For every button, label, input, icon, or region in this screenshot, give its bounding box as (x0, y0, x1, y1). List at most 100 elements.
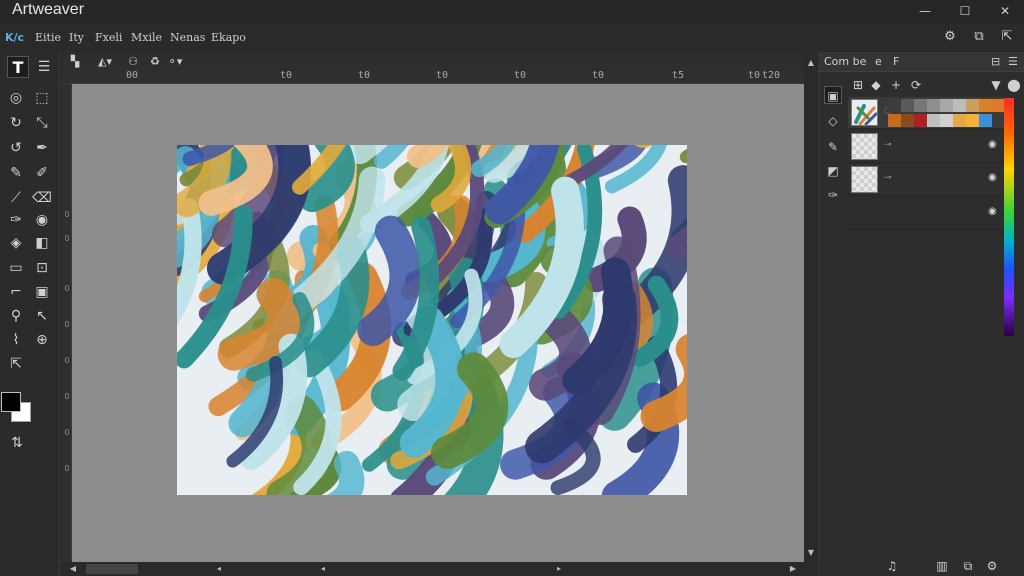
fill-bucket-icon[interactable]: ◈ (5, 232, 27, 254)
color-swatch[interactable] (953, 114, 966, 127)
lasso-icon[interactable]: ◎ (5, 87, 27, 109)
color-swatch[interactable] (979, 99, 992, 112)
color-swatch[interactable] (914, 99, 927, 112)
gradient-icon[interactable]: ◧ (31, 232, 53, 254)
text-tool[interactable]: T (7, 56, 29, 78)
color-swatch[interactable] (940, 99, 953, 112)
menu-item-2[interactable]: Ity (69, 31, 84, 44)
panel-layout-icon[interactable]: ⊟ (991, 55, 1000, 68)
navigator-icon[interactable]: ▣ (824, 86, 842, 104)
blend-icon[interactable]: ⚇ (124, 54, 142, 70)
foreground-color-swatch[interactable] (1, 392, 21, 412)
vertical-scrollbar[interactable]: ▲ ▼ (804, 52, 818, 562)
layer-link-icon[interactable]: ⊸ (884, 140, 892, 150)
add-layer-icon[interactable]: + (888, 77, 904, 93)
layer-link-icon[interactable]: ⊸ (884, 173, 892, 183)
fill-mode-icon[interactable]: ◭▾ (94, 54, 116, 70)
scroll-right-icon[interactable]: ▶ (786, 562, 800, 576)
panel-menu-icon[interactable]: ☰ (1008, 55, 1018, 68)
layer-row[interactable]: ⊸ ◉ (848, 131, 1004, 163)
color-swatch[interactable] (914, 114, 927, 127)
dropdown-icon[interactable]: ▼ (988, 77, 1004, 93)
minimize-button[interactable]: — (916, 3, 934, 19)
eraser-icon[interactable]: ⌫ (31, 187, 53, 209)
stamp-icon[interactable]: ▣ (31, 281, 53, 303)
pen-icon[interactable]: ✒ (31, 137, 53, 159)
color-swatch[interactable] (953, 99, 966, 112)
shape-panel-icon[interactable]: ◩ (824, 162, 842, 180)
duplicate-icon[interactable]: ⧉ (960, 558, 976, 574)
rotate-icon[interactable]: ↻ (5, 112, 27, 134)
color-swatch[interactable] (901, 114, 914, 127)
tab-composite[interactable]: Com be (824, 55, 866, 68)
marker-icon[interactable]: ✐ (31, 162, 53, 184)
transform-icon[interactable]: ⤡ (31, 112, 53, 134)
hue-color-slider[interactable] (1004, 98, 1014, 336)
tool-preset-icon[interactable]: ▚ (66, 54, 84, 70)
layer-row[interactable]: ◌ (848, 97, 1005, 129)
color-swatch[interactable] (966, 114, 979, 127)
color-swatch[interactable] (979, 114, 992, 127)
scroll-left-icon[interactable]: ◀ (66, 562, 80, 576)
color-swatch[interactable] (966, 99, 979, 112)
clone-icon[interactable]: ⌐ (5, 281, 27, 303)
music-note-icon[interactable]: ♫ (884, 558, 900, 574)
swap-colors-icon[interactable]: ⇅ (6, 432, 28, 454)
layer-row[interactable]: ◉ (848, 198, 1004, 230)
eraser-panel-icon[interactable]: ◇ (824, 112, 842, 130)
eyedropper-icon[interactable]: ⌇ (5, 329, 27, 351)
rectangle-select-icon[interactable]: ▭ (5, 257, 27, 279)
menu-item-4[interactable]: Mxile (131, 31, 162, 44)
visibility-eye-icon[interactable]: ◉ (988, 172, 997, 183)
maximize-button[interactable]: ☐ (956, 3, 974, 19)
columns-icon[interactable]: ▥ (934, 558, 950, 574)
pencil-icon[interactable]: ✎ (5, 162, 27, 184)
brush-panel-icon[interactable]: ✎ (824, 138, 842, 156)
magic-wand-icon[interactable]: ⚲ (5, 305, 27, 327)
smudge-icon[interactable]: ◉ (31, 209, 53, 231)
tab-f[interactable]: F (893, 55, 899, 68)
brush-icon[interactable]: ⟋ (5, 187, 27, 209)
layer-mask-icon[interactable]: ◆ (868, 77, 884, 93)
color-swatch[interactable] (901, 99, 914, 112)
color-swatch[interactable] (940, 114, 953, 127)
painting-canvas[interactable] (177, 145, 687, 495)
dropper-panel-icon[interactable]: ✑ (824, 186, 842, 204)
menu-item-1[interactable]: Eitie (35, 31, 61, 44)
spiral-icon[interactable]: ↺ (5, 137, 27, 159)
scroll-down-icon[interactable]: ▼ (804, 546, 818, 560)
color-swatch[interactable] (927, 114, 940, 127)
move-icon[interactable]: ↖ (31, 305, 53, 327)
visibility-eye-icon[interactable]: ◉ (988, 139, 997, 150)
menu-item-5[interactable]: Nenas (170, 31, 205, 44)
zoom-icon[interactable]: ⊕ (31, 329, 53, 351)
layer-thumbnail (851, 133, 878, 160)
color-swatch[interactable] (888, 114, 901, 127)
horizontal-scrollbar[interactable]: ◀ ▶ ◂ ◂ ▸ (62, 562, 804, 576)
settings-gear-icon[interactable]: ⚙ (984, 558, 1000, 574)
select-arrow-icon[interactable]: ⬚ (31, 87, 53, 109)
layer-row[interactable]: ⊸ ◉ (848, 164, 1004, 196)
palette-icon[interactable]: ⬤ (1006, 77, 1022, 93)
export-icon[interactable]: ⇱ (998, 28, 1016, 46)
visibility-eye-icon[interactable]: ◉ (988, 206, 997, 217)
airbrush-icon[interactable]: ✑ (5, 209, 27, 231)
horizontal-scroll-thumb[interactable] (86, 564, 138, 574)
opacity-icon[interactable]: ♻ (146, 54, 164, 70)
color-swatch[interactable] (927, 99, 940, 112)
refresh-icon[interactable]: ⟳ (908, 77, 924, 93)
color-swatch-strip[interactable] (888, 97, 1005, 129)
layers-settings-icon[interactable]: ⚙ (941, 28, 959, 46)
crop-tool-icon[interactable]: ⊡ (31, 257, 53, 279)
scroll-up-icon[interactable]: ▲ (804, 56, 818, 70)
brush-settings-icon[interactable]: ⚬▾ (166, 54, 184, 70)
new-folder-icon[interactable]: ⊞ (850, 77, 866, 93)
menu-item-6[interactable]: Ekapo (211, 31, 246, 44)
menu-lines-icon[interactable]: ☰ (33, 56, 55, 78)
close-button[interactable]: ✕ (996, 3, 1014, 19)
menu-item-3[interactable]: Fxeli (95, 31, 122, 44)
crop-icon[interactable]: ⧉ (970, 28, 988, 46)
pointer-icon[interactable]: ⇱ (5, 353, 27, 375)
tab-e[interactable]: e (875, 55, 882, 68)
color-swatch[interactable] (888, 99, 901, 112)
